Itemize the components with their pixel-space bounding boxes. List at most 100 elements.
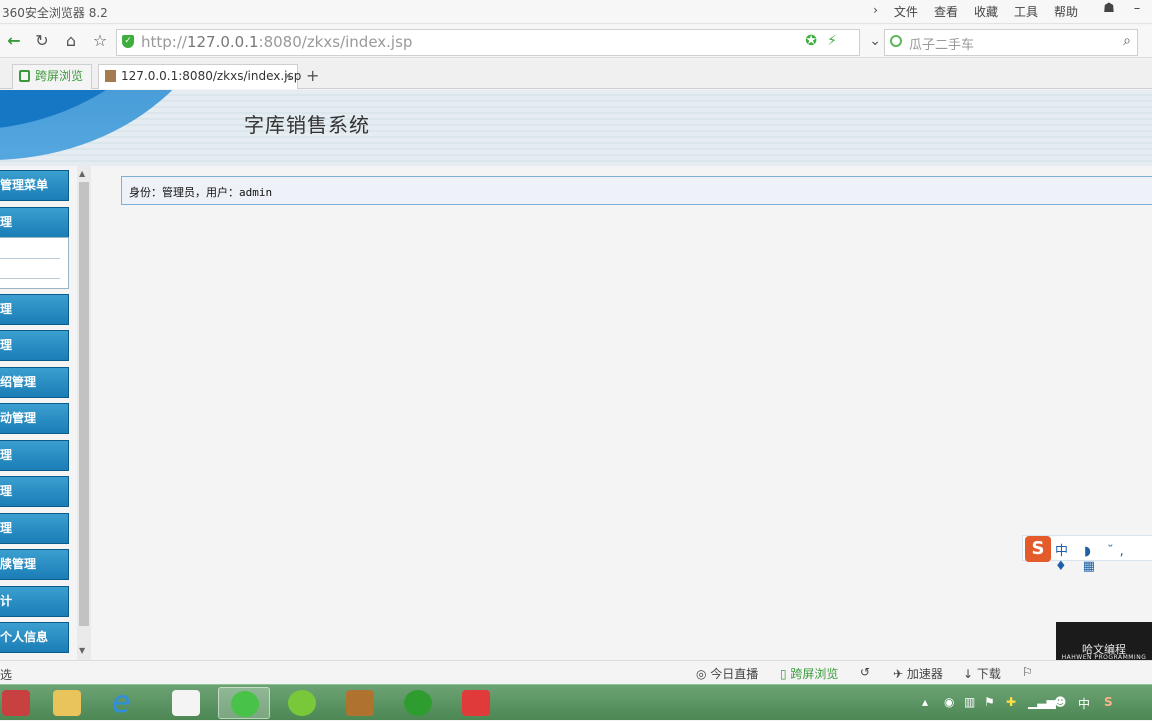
tray-ime-indicator[interactable]: 中 <box>1078 695 1090 712</box>
tab-strip: 跨屏浏览 127.0.0.1:8080/zkxs/index.jsp × + <box>0 59 1152 89</box>
sidebar-item-4[interactable]: 绍管理 <box>0 367 69 398</box>
sidebar-item-3[interactable]: 理 <box>0 330 69 361</box>
taskbar-app-book[interactable] <box>0 687 42 719</box>
tray-expand-icon[interactable]: ▴ <box>922 695 928 709</box>
folder-icon <box>53 690 81 716</box>
menu-tools[interactable]: 工具 <box>1006 3 1046 20</box>
new-tab-button[interactable]: + <box>306 66 319 85</box>
browser-menu: › 文件 查看 收藏 工具 帮助 <box>865 3 1086 20</box>
menu-file[interactable]: 文件 <box>886 3 926 20</box>
taskbar-app-explorer[interactable] <box>41 687 93 719</box>
tray-flag-icon[interactable]: ⚑ <box>984 695 995 709</box>
taskbar-app-java[interactable] <box>160 687 212 719</box>
paw-icon <box>404 690 432 716</box>
sogou-logo-icon[interactable]: S <box>1025 536 1051 562</box>
star-icon[interactable]: ☆ <box>89 30 111 52</box>
menu-chevron-icon[interactable]: › <box>865 3 886 20</box>
phone-icon <box>19 70 30 82</box>
minimize-icon[interactable]: – <box>1124 0 1150 20</box>
sidebar-item-11[interactable]: 个人信息 <box>0 622 69 653</box>
search-engine-icon[interactable] <box>890 35 902 47</box>
scroll-up-icon[interactable]: ▲ <box>79 169 85 178</box>
refresh-icon[interactable]: ↻ <box>31 30 53 52</box>
identity-bar: 身份：管理员，用户：admin <box>121 176 1152 205</box>
java-icon <box>172 690 200 716</box>
search-box[interactable]: 瓜子二手车 ⌕ <box>884 29 1138 56</box>
live-today-button[interactable]: ◎ 今日直播 <box>696 665 758 682</box>
tab-label: 跨屏浏览 <box>35 69 84 83</box>
address-bar[interactable]: ✓ http://127.0.0.1:8080/zkxs/index.jsp ⚡… <box>116 29 881 56</box>
taskbar-app-ie[interactable]: e <box>100 687 152 719</box>
system-tray: ▴ ◉ ▥ ⚑ ✚ ▁▃▅ ☻ 中 S <box>922 685 1152 721</box>
dropdown-chevron-icon[interactable]: ⌄ <box>869 33 881 49</box>
status-text: 选 <box>0 668 13 682</box>
sidebar-item-7[interactable]: 理 <box>0 476 69 507</box>
taskbar-app-paw[interactable] <box>392 687 444 719</box>
sidebar-menu: 管理菜单 理 理 理 绍管理 动管理 理 理 理 牍管理 计 个人信息 <box>0 166 70 660</box>
taskbar-app-green[interactable] <box>276 687 328 719</box>
tray-device-icon[interactable]: ▥ <box>964 695 975 709</box>
sidebar-item-menu-title[interactable]: 管理菜单 <box>0 170 69 201</box>
accelerator-button[interactable]: ✈ 加速器 <box>893 665 943 682</box>
refresh-status-icon[interactable]: ↺ <box>860 665 870 679</box>
sidebar-item-8[interactable]: 理 <box>0 513 69 544</box>
sidebar-item-5[interactable]: 动管理 <box>0 403 69 434</box>
tray-app-icon[interactable]: ◉ <box>944 695 954 709</box>
menu-view[interactable]: 查看 <box>926 3 966 20</box>
sidebar-item-9[interactable]: 牍管理 <box>0 549 69 580</box>
taskbar-app-360-browser[interactable] <box>218 687 270 719</box>
shield-icon: ✓ <box>122 35 134 48</box>
submenu-divider <box>0 278 60 279</box>
tab-label: 127.0.0.1:8080/zkxs/index.jsp <box>121 69 302 83</box>
music-icon <box>288 690 316 716</box>
cross-screen-button[interactable]: ▯ 跨屏浏览 <box>780 665 838 682</box>
notebook-icon <box>346 690 374 716</box>
sidebar-item-1[interactable]: 理 <box>0 207 69 238</box>
close-tab-icon[interactable]: × <box>283 65 293 87</box>
taskbar-app-red[interactable] <box>450 687 502 719</box>
browser-status-bar: 选 ◎ 今日直播 ▯ 跨屏浏览 ↺ ✈ 加速器 ↓ 下载 ⚐ <box>0 660 1152 684</box>
back-arrow-icon[interactable]: ← <box>3 30 25 52</box>
menu-favorites[interactable]: 收藏 <box>966 3 1006 20</box>
browser-title: 360安全浏览器 8.2 <box>2 6 108 20</box>
tab-index-jsp[interactable]: 127.0.0.1:8080/zkxs/index.jsp × <box>98 64 302 89</box>
browser-title-bar: 360安全浏览器 8.2 › 文件 查看 收藏 工具 帮助 ☗ – <box>0 0 1152 24</box>
submenu-divider <box>0 258 60 259</box>
system-title: 字库销售系统 <box>244 113 370 137</box>
tray-sogou-icon[interactable]: S <box>1104 695 1113 709</box>
ie-icon: e <box>112 685 131 720</box>
search-icon[interactable]: ⌕ <box>1123 33 1131 49</box>
tray-360-icon[interactable]: ✚ <box>1006 695 1016 709</box>
browser-360-icon <box>231 691 259 717</box>
taskbar-app-notebook[interactable] <box>334 687 386 719</box>
menu-help[interactable]: 帮助 <box>1046 3 1086 20</box>
page-favicon-icon <box>105 70 116 82</box>
address-url: http://127.0.0.1:8080/zkxs/index.jsp <box>141 33 413 51</box>
scroll-down-icon[interactable]: ▼ <box>79 646 85 655</box>
ime-toolbar[interactable]: S 中 ◗ ˘, ♦ ▦ <box>1022 535 1152 574</box>
download-button[interactable]: ↓ 下载 <box>963 665 1001 682</box>
identity-text: 身份：管理员，用户：admin <box>129 186 273 199</box>
home-icon[interactable]: ⌂ <box>60 30 82 52</box>
tab-cross-screen[interactable]: 跨屏浏览 <box>12 64 92 89</box>
windows-taskbar: e ▴ ◉ ▥ ⚑ ✚ ▁▃▅ ☻ 中 S <box>0 684 1152 720</box>
navigation-bar: ← ↻ ⌂ ☆ ✓ http://127.0.0.1:8080/zkxs/ind… <box>0 25 1152 58</box>
cow-icon <box>462 690 490 716</box>
header-wave-decoration <box>0 90 240 166</box>
sidebar-item-10[interactable]: 计 <box>0 586 69 617</box>
sidebar-scrollbar[interactable]: ▲ ▼ <box>77 166 91 660</box>
sidebar-item-6[interactable]: 理 <box>0 440 69 471</box>
security-check-icon[interactable]: ✪ <box>805 33 817 49</box>
ime-options[interactable]: 中 ◗ ˘, ♦ ▦ <box>1055 540 1152 574</box>
skin-icon[interactable]: ☗ <box>1096 0 1122 20</box>
search-input[interactable]: 瓜子二手车 <box>909 34 974 53</box>
page-header: 字库销售系统 <box>0 90 1152 166</box>
tray-qq-icon[interactable]: ☻ <box>1054 695 1067 709</box>
book-icon <box>2 690 30 716</box>
flag-icon[interactable]: ⚐ <box>1022 665 1033 679</box>
speed-icon[interactable]: ⚡ <box>827 33 837 49</box>
scrollbar-thumb[interactable] <box>79 182 89 626</box>
sidebar-item-2[interactable]: 理 <box>0 294 69 325</box>
sidebar-submenu <box>0 237 69 289</box>
tray-network-icon[interactable]: ▁▃▅ <box>1028 695 1056 709</box>
